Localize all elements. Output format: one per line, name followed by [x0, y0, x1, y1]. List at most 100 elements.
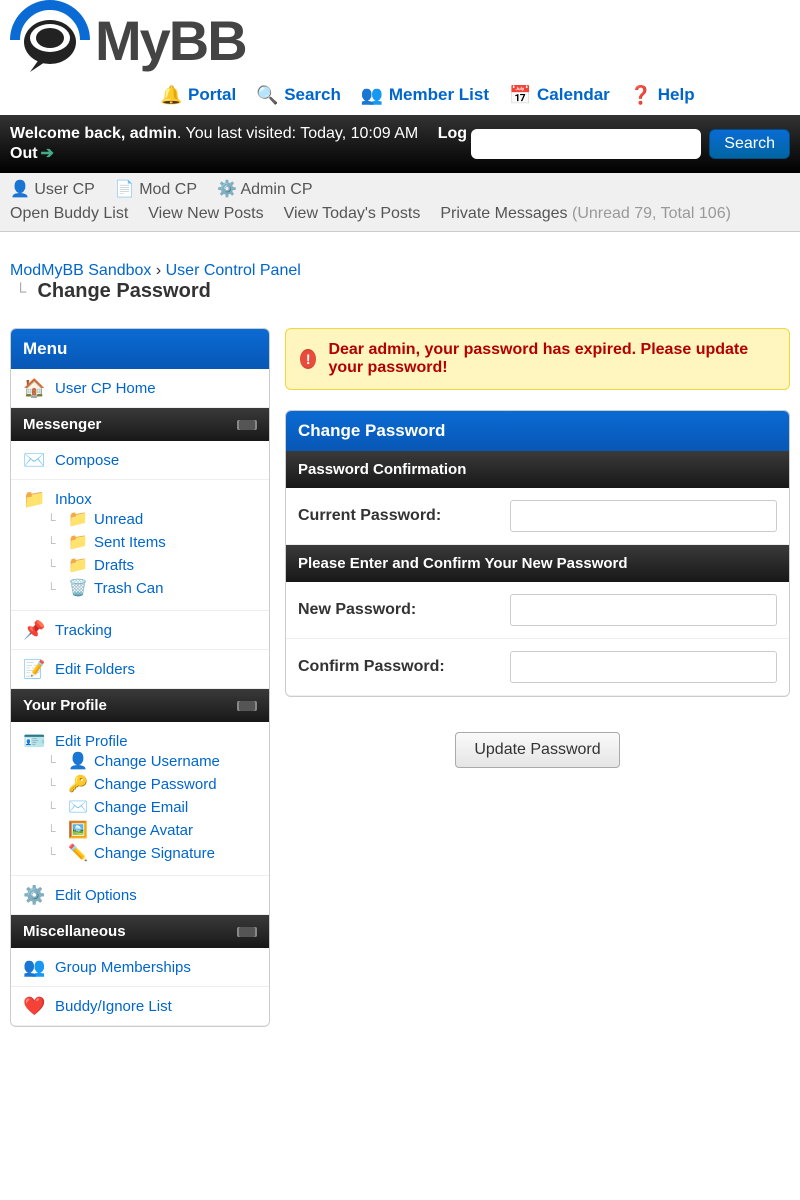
breadcrumb-ucp[interactable]: User Control Panel	[166, 262, 301, 279]
pencil-icon: 📝	[23, 660, 45, 678]
misc-header[interactable]: Miscellaneous	[11, 915, 269, 948]
sidebar-item-group-memberships[interactable]: 👥 Group Memberships	[11, 948, 269, 987]
pencil-icon: ✏️	[68, 846, 88, 862]
nav-search[interactable]: 🔍Search	[256, 85, 341, 105]
pin-icon: 📌	[23, 621, 45, 639]
sidebar-item-unread[interactable]: └📁Unread	[35, 508, 257, 531]
subnav-view-today[interactable]: View Today's Posts	[284, 205, 421, 223]
messenger-header[interactable]: Messenger	[11, 408, 269, 441]
doc-icon: 📄	[115, 181, 135, 198]
subnav-pm[interactable]: Private Messages	[440, 205, 567, 222]
search-button[interactable]: Search	[709, 129, 790, 159]
top-nav: 🔔 Portal 🔍Search 👥Member List 📅 Calendar ❓…	[0, 80, 800, 115]
home-icon: 🏠	[23, 379, 45, 397]
edit-options-label: Edit Options	[55, 887, 137, 904]
breadcrumb-root[interactable]: ModMyBB Sandbox	[10, 262, 151, 279]
nav-calendar[interactable]: 📅 Calendar	[509, 85, 610, 105]
nav-calendar-label: Calendar	[537, 85, 610, 105]
help-icon: ❓	[630, 86, 652, 104]
sidebar-item-change-email[interactable]: └✉️Change Email	[35, 796, 257, 819]
subnav-admin-cp[interactable]: ⚙️ Admin CP	[217, 181, 313, 199]
nav-help-label: Help	[658, 85, 695, 105]
sidebar-item-trash[interactable]: └🗑️Trash Can	[35, 577, 257, 600]
new-password-label: New Password:	[298, 601, 498, 619]
change-email-label: Change Email	[94, 799, 188, 816]
sidebar-item-usercp-home[interactable]: 🏠 User CP Home	[11, 369, 269, 408]
subnav-mod-cp[interactable]: 📄 Mod CP	[115, 181, 197, 199]
sidebar-item-sent[interactable]: └📁Sent Items	[35, 531, 257, 554]
welcome-bar: Welcome back, admin. You last visited: T…	[0, 115, 800, 173]
gear-icon: ⚙️	[217, 181, 237, 198]
sidebar-item-compose[interactable]: ✉️ Compose	[11, 441, 269, 480]
arrow-right-icon: ➔	[41, 145, 54, 162]
collapse-icon[interactable]	[237, 927, 257, 937]
site-logo[interactable]: MyBB	[10, 0, 790, 80]
subnav-pm-count: (Unread 79, Total 106)	[572, 205, 731, 222]
sidebar-item-change-avatar[interactable]: └🖼️Change Avatar	[35, 819, 257, 842]
subnav-buddy-list[interactable]: Open Buddy List	[10, 205, 128, 223]
welcome-text: Welcome back, admin. You last visited: T…	[10, 125, 471, 163]
collapse-icon[interactable]	[237, 420, 257, 430]
change-password-panel: Change Password Password Confirmation Cu…	[285, 410, 790, 697]
menu-header: Menu	[11, 329, 269, 369]
update-password-button[interactable]: Update Password	[455, 732, 619, 768]
search-icon: 🔍	[256, 86, 278, 104]
sidebar-item-change-username[interactable]: └👤Change Username	[35, 750, 257, 773]
user-icon: 👤	[10, 181, 30, 198]
current-password-label: Current Password:	[298, 507, 498, 525]
drafts-label: Drafts	[94, 557, 134, 574]
sidebar-item-buddy-ignore[interactable]: ❤️ Buddy/Ignore List	[11, 987, 269, 1026]
confirm-password-input[interactable]	[510, 651, 777, 683]
breadcrumb: ModMyBB Sandbox › User Control Panel └ C…	[0, 232, 800, 313]
change-signature-label: Change Signature	[94, 845, 215, 862]
sidebar-item-edit-options[interactable]: ⚙️ Edit Options	[11, 876, 269, 915]
calendar-icon: 📅	[509, 86, 531, 104]
trash-label: Trash Can	[94, 580, 163, 597]
subnav-user-cp-label: User CP	[34, 181, 94, 198]
members-icon: 👥	[361, 86, 383, 104]
sidebar-item-drafts[interactable]: └📁Drafts	[35, 554, 257, 577]
gear-icon: ⚙️	[23, 886, 45, 904]
confirm-password-row: Confirm Password:	[286, 639, 789, 696]
breadcrumb-current: Change Password	[37, 280, 210, 302]
new-password-input[interactable]	[510, 594, 777, 626]
sidebar-item-change-signature[interactable]: └✏️Change Signature	[35, 842, 257, 865]
folder-icon: 📁	[68, 558, 88, 574]
tree-mark: └	[15, 284, 33, 302]
sidebar-item-inbox-group: 📁 Inbox └📁Unread └📁Sent Items └📁Drafts └…	[11, 480, 269, 611]
alert-icon: !	[300, 349, 316, 369]
nav-help[interactable]: ❓ Help	[630, 85, 695, 105]
nav-portal[interactable]: 🔔 Portal	[160, 85, 236, 105]
change-avatar-label: Change Avatar	[94, 822, 193, 839]
logo-text: MyBB	[95, 8, 246, 73]
compose-label: Compose	[55, 452, 119, 469]
sidebar-item-tracking[interactable]: 📌 Tracking	[11, 611, 269, 650]
bell-icon: 🔔	[160, 86, 182, 104]
group-icon: 👥	[23, 958, 45, 976]
sidebar-item-change-password[interactable]: └🔑Change Password	[35, 773, 257, 796]
sidebar-item-inbox[interactable]: Inbox	[55, 491, 92, 508]
usercp-home-label: User CP Home	[55, 380, 156, 397]
tracking-label: Tracking	[55, 622, 112, 639]
logo-icon	[10, 0, 90, 80]
panel-title: Change Password	[286, 411, 789, 451]
sent-label: Sent Items	[94, 534, 166, 551]
buddy-ignore-label: Buddy/Ignore List	[55, 998, 172, 1015]
folder-icon: 📁	[68, 512, 88, 528]
welcome-prefix: Welcome back,	[10, 125, 130, 142]
sidebar-item-edit-profile[interactable]: Edit Profile	[55, 733, 128, 750]
new-password-row: New Password:	[286, 582, 789, 639]
nav-portal-label: Portal	[188, 85, 236, 105]
sub-nav: 👤 User CP 📄 Mod CP ⚙️ Admin CP Open Budd…	[0, 173, 800, 232]
subnav-user-cp[interactable]: 👤 User CP	[10, 181, 95, 199]
current-password-row: Current Password:	[286, 488, 789, 545]
search-input[interactable]	[471, 129, 701, 159]
heart-icon: ❤️	[23, 997, 45, 1015]
password-expired-alert: ! Dear admin, your password has expired.…	[285, 328, 790, 390]
sidebar-item-edit-folders[interactable]: 📝 Edit Folders	[11, 650, 269, 689]
collapse-icon[interactable]	[237, 701, 257, 711]
subnav-view-new[interactable]: View New Posts	[148, 205, 263, 223]
profile-header[interactable]: Your Profile	[11, 689, 269, 722]
nav-member-list[interactable]: 👥Member List	[361, 85, 489, 105]
current-password-input[interactable]	[510, 500, 777, 532]
